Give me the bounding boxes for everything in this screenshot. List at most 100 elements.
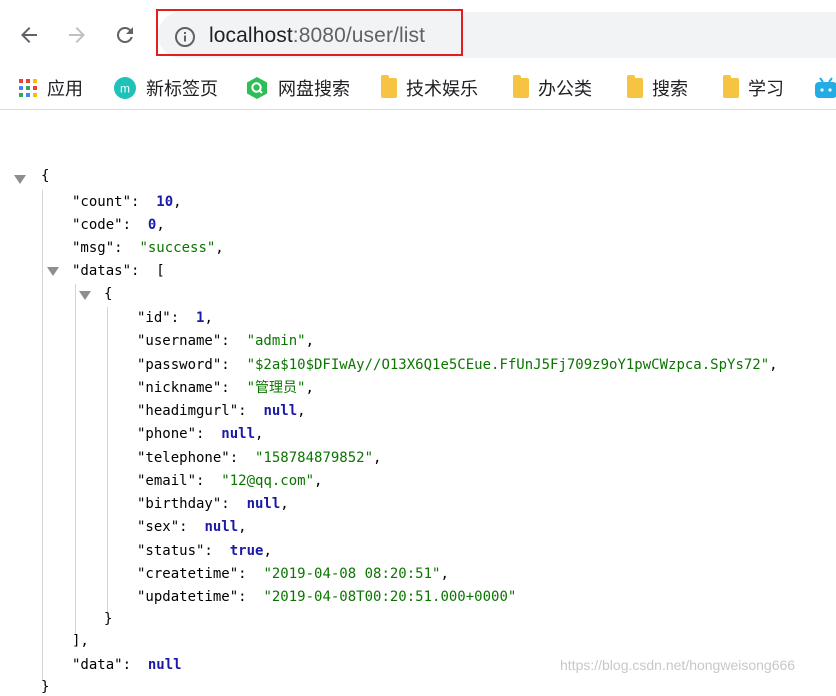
json-value: "success" (139, 240, 216, 256)
bookmark-overflow[interactable] (814, 74, 836, 102)
json-field-line: "id": 1, (137, 310, 213, 326)
json-value: 1 (196, 310, 205, 326)
bookmark-label: 学习 (748, 79, 784, 100)
bookmarks-bar: 应用 m 新标签页 网盘搜索 技术娱乐 办公类 搜索 学习 (0, 68, 836, 108)
json-field-line: "nickname": "管理员", (137, 379, 314, 396)
json-field-line: "password": "$2a$10$DFIwAy//O13X6Q1e5CEu… (137, 356, 778, 373)
new-tab-icon: m (114, 77, 136, 99)
netdisk-search-icon (247, 77, 267, 99)
bookmark-label: 应用 (47, 79, 83, 100)
json-item-close: } (104, 611, 113, 627)
json-key: "phone": (137, 426, 205, 443)
arrow-right-icon (69, 27, 85, 43)
json-field-line: "updatetime": "2019-04-08T00:20:51.000+0… (137, 588, 516, 606)
json-viewer: { "count": 10, "code": 0, "msg": "succes… (0, 110, 836, 695)
collapse-root-toggle[interactable] (14, 175, 26, 184)
bookmark-netdisk-search[interactable]: 网盘搜索 (245, 74, 350, 102)
json-item-open: { (104, 286, 113, 302)
json-value: "12@qq.com" (221, 472, 315, 489)
watermark-text: https://blog.csdn.net/hongweisong666 (560, 657, 796, 673)
json-value: "$2a$10$DFIwAy//O13X6Q1e5CEue.FfUnJ5Fj70… (246, 356, 770, 373)
json-value: null (221, 426, 256, 443)
apps-grid-icon (19, 79, 37, 97)
item-indent-guide (107, 307, 108, 613)
json-key: "birthday": (137, 496, 230, 512)
json-key: "email": (137, 472, 205, 489)
json-count-line: "count": 10, (72, 194, 182, 210)
json-value: null (263, 403, 298, 419)
json-key: "username": (137, 333, 230, 350)
json-open-brace: { (41, 168, 50, 184)
json-key: "status": (137, 542, 213, 559)
bookmark-label: 技术娱乐 (406, 79, 478, 100)
json-key: "data": (72, 657, 132, 673)
bookmark-label: 新标签页 (146, 79, 218, 100)
json-bracket: [ (156, 263, 165, 279)
folder-icon (627, 75, 643, 98)
json-key: "updatetime": (137, 589, 247, 605)
json-key: "id": (137, 310, 180, 326)
bookmark-new-tab[interactable]: m 新标签页 (113, 74, 218, 102)
bookmark-tech-fun[interactable]: 技术娱乐 (381, 74, 478, 102)
json-key: "telephone": (137, 449, 239, 466)
json-field-line: "phone": null, (137, 426, 264, 443)
collapse-datas-toggle[interactable] (47, 267, 59, 276)
json-field-line: "birthday": null, (137, 496, 289, 512)
json-key: "msg": (72, 240, 123, 256)
json-key: "headimgurl": (137, 403, 247, 419)
folder-icon (723, 75, 739, 98)
json-msg-line: "msg": "success", (72, 240, 224, 256)
arrow-left-icon (21, 27, 37, 43)
reload-icon (116, 26, 133, 43)
json-field-line: "sex": null, (137, 519, 247, 536)
json-value: 0 (147, 217, 157, 233)
bilibili-icon (815, 77, 836, 98)
json-value: null (204, 519, 239, 536)
json-value: "158784879852" (255, 449, 374, 466)
bookmark-search[interactable]: 搜索 (627, 74, 688, 102)
json-value: null (246, 496, 281, 512)
json-key: "code": (72, 217, 132, 233)
json-value: "2019-04-08T00:20:51.000+0000" (263, 589, 517, 605)
json-field-line: "headimgurl": null, (137, 403, 306, 419)
json-datas-line: "datas": [ (72, 262, 165, 280)
json-value: "管理员" (246, 379, 306, 396)
json-value: null (147, 657, 182, 673)
browser-toolbar: localhost:8080/user/list (0, 0, 836, 68)
bookmark-label: 网盘搜索 (278, 79, 350, 100)
json-key: "count": (72, 194, 140, 210)
json-value: "admin" (246, 333, 306, 350)
url-highlight-box (156, 9, 463, 56)
json-key: "nickname": (137, 379, 230, 396)
bookmark-office[interactable]: 办公类 (513, 74, 592, 102)
json-datas-close: ], (72, 633, 89, 649)
json-key: "createtime": (137, 565, 247, 582)
json-value: 10 (156, 194, 174, 210)
datas-indent-guide (75, 284, 76, 634)
bookmark-label: 办公类 (538, 79, 592, 100)
json-field-line: "status": true, (137, 542, 272, 559)
forward-button[interactable] (60, 18, 94, 52)
json-data-line: "data": null (72, 656, 182, 674)
json-field-line: "email": "12@qq.com", (137, 472, 323, 489)
json-value: true (229, 542, 264, 559)
json-value: "2019-04-08 08:20:51" (263, 565, 441, 582)
json-key: "datas": (72, 263, 140, 279)
json-field-line: "createtime": "2019-04-08 08:20:51", (137, 565, 449, 582)
json-field-line: "telephone": "158784879852", (137, 449, 382, 466)
root-indent-guide (42, 190, 43, 680)
back-button[interactable] (12, 18, 46, 52)
json-key: "sex": (137, 519, 188, 536)
bookmark-label: 搜索 (652, 79, 688, 100)
json-key: "password": (137, 356, 230, 373)
json-code-line: "code": 0, (72, 217, 165, 233)
collapse-item-toggle[interactable] (79, 291, 91, 300)
json-field-line: "username": "admin", (137, 333, 315, 350)
folder-icon (513, 75, 529, 98)
bookmark-apps[interactable]: 应用 (18, 74, 83, 102)
bookmark-study[interactable]: 学习 (723, 74, 784, 102)
folder-icon (381, 75, 397, 98)
svg-text:m: m (120, 82, 130, 96)
json-close-brace: } (41, 679, 50, 695)
reload-button[interactable] (108, 18, 142, 52)
